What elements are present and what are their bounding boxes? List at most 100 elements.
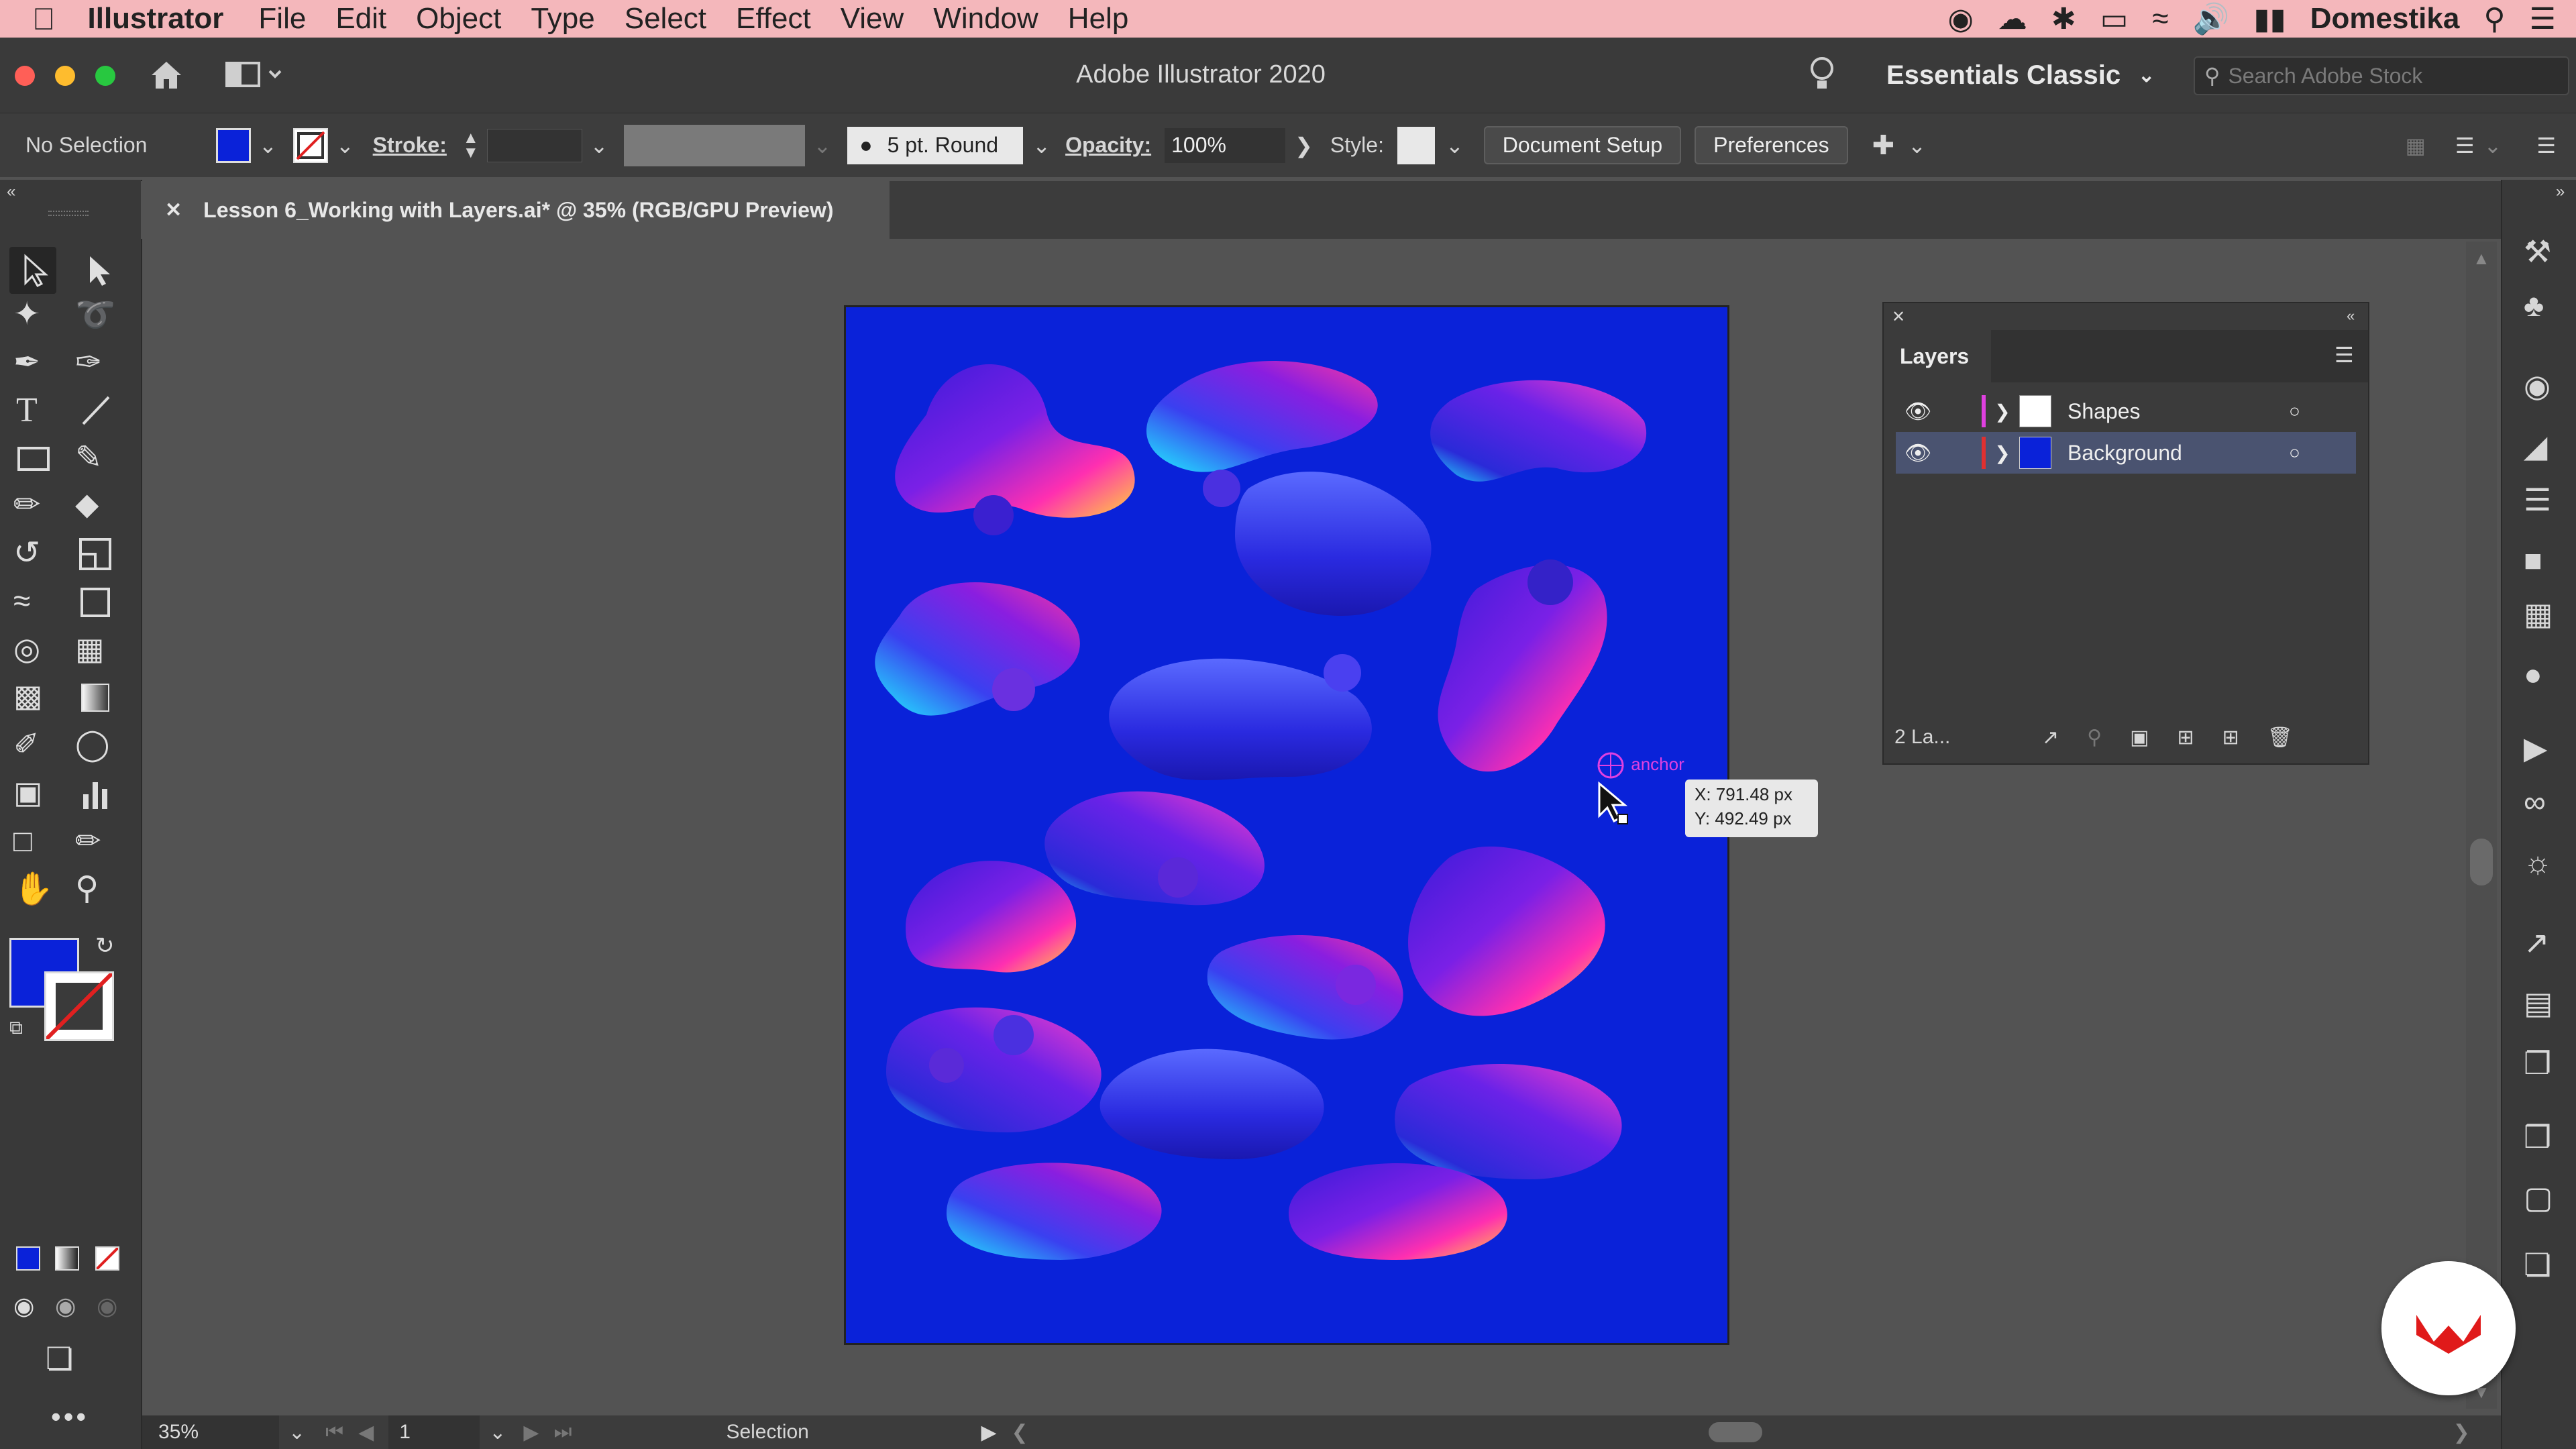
create-sublayer-icon[interactable]: ⊞: [2177, 726, 2194, 749]
apple-icon[interactable]: : [32, 1, 56, 37]
collapse-panel-icon[interactable]: «: [2347, 307, 2355, 325]
last-artboard-icon[interactable]: ⏭: [553, 1421, 572, 1444]
preferences-button[interactable]: Preferences: [1695, 126, 1848, 164]
menu-window[interactable]: Window: [933, 2, 1038, 36]
airplay-icon[interactable]: ▭: [2100, 2, 2129, 36]
close-tab-icon[interactable]: ✕: [165, 199, 182, 222]
appearance-icon[interactable]: ●: [2524, 656, 2542, 692]
menu-effect[interactable]: Effect: [736, 2, 811, 36]
menu-app-name[interactable]: Illustrator: [88, 2, 224, 36]
zoom-chevron-icon[interactable]: ⌄: [288, 1421, 305, 1444]
default-fill-stroke-icon[interactable]: ⧉: [9, 1017, 23, 1039]
align-grid-icon[interactable]: ▦: [2406, 133, 2426, 158]
eraser-tool-icon[interactable]: ◆: [75, 486, 122, 533]
color-icon[interactable]: ◢: [2524, 428, 2547, 464]
rotate-tool-icon[interactable]: ↺: [13, 534, 60, 581]
opacity-label[interactable]: Opacity:: [1065, 133, 1151, 158]
magic-wand-tool-icon[interactable]: ✦: [13, 295, 60, 342]
links-icon[interactable]: ∞: [2524, 784, 2546, 820]
panel-menu-icon[interactable]: ☰: [2536, 133, 2556, 158]
menu-select[interactable]: Select: [625, 2, 706, 36]
draw-normal-icon[interactable]: ◉: [13, 1292, 34, 1320]
layer-row-background[interactable]: 👁 ❯ Background ○: [1896, 432, 2356, 474]
menu-object[interactable]: Object: [416, 2, 501, 36]
menu-user[interactable]: Domestika: [2310, 2, 2460, 36]
create-layer-icon[interactable]: ⊞: [2222, 726, 2239, 749]
zoom-level-field[interactable]: 35%: [142, 1415, 279, 1449]
menu-file[interactable]: File: [258, 2, 306, 36]
layers-tab[interactable]: Layers: [1884, 330, 1991, 382]
zoom-tool-icon[interactable]: ⚲: [75, 869, 122, 916]
scroll-left-icon[interactable]: ❮: [1012, 1421, 1028, 1444]
scroll-up-icon[interactable]: ▲: [2473, 248, 2490, 269]
paintbrush-tool-icon[interactable]: ✎: [75, 439, 122, 486]
layer-row-shapes[interactable]: 👁 ❯ Shapes ○: [1896, 390, 2356, 432]
mesh-tool-icon[interactable]: ▩: [13, 678, 60, 724]
visibility-eye-icon[interactable]: 👁: [1901, 398, 1935, 424]
shape-builder-tool-icon[interactable]: ◎: [13, 631, 60, 678]
none-mode-button[interactable]: [95, 1246, 119, 1271]
notification-list-icon[interactable]: ☰: [2530, 2, 2556, 36]
puppet-warp-icon[interactable]: ✚: [1872, 130, 1895, 161]
clipping-mask-icon[interactable]: ▣: [2130, 726, 2149, 749]
swatches-icon[interactable]: ▦: [2524, 596, 2553, 632]
symbol-sprayer-tool-icon[interactable]: ▣: [13, 774, 60, 821]
artboards-icon[interactable]: ▢: [2524, 1179, 2553, 1216]
layers-dock-icon[interactable]: ❒: [2524, 1119, 2551, 1155]
column-graph-tool-icon[interactable]: [75, 774, 122, 821]
collapse-arrows-icon[interactable]: «: [7, 182, 15, 201]
color-guide-icon[interactable]: ◉: [2524, 368, 2551, 404]
scroll-right-icon[interactable]: ❯: [2453, 1421, 2470, 1444]
volume-icon[interactable]: 🔊: [2193, 1, 2230, 36]
gradient-panel-icon[interactable]: ■: [2524, 542, 2542, 578]
close-window-button[interactable]: [15, 66, 35, 86]
artboard-chevron-icon[interactable]: ⌄: [489, 1421, 506, 1444]
variable-width-profile[interactable]: [624, 124, 806, 166]
transform-icon[interactable]: ❏: [2524, 1246, 2551, 1283]
next-artboard-icon[interactable]: ▶: [523, 1421, 539, 1444]
horizontal-scrollbar[interactable]: [1038, 1415, 2453, 1449]
pathfinder-icon[interactable]: ❐: [2524, 1045, 2551, 1081]
fluid-shapes-artwork[interactable]: [846, 307, 1727, 1343]
target-circle-icon[interactable]: ○: [2289, 400, 2300, 422]
panel-menu-icon[interactable]: ☰: [2334, 342, 2354, 368]
menu-view[interactable]: View: [841, 2, 904, 36]
gradient-tool-icon[interactable]: [75, 678, 122, 724]
eyedropper-tool-icon[interactable]: ✐: [13, 726, 60, 773]
perspective-grid-tool-icon[interactable]: ▦: [75, 631, 122, 678]
width-tool-icon[interactable]: ≈: [13, 582, 60, 629]
close-panel-icon[interactable]: ✕: [1892, 307, 1905, 327]
stroke-weight-chevron-icon[interactable]: ⌄: [590, 133, 608, 158]
align-icon[interactable]: ▤: [2524, 985, 2553, 1021]
artboard-number-field[interactable]: 1: [388, 1415, 480, 1449]
horizontal-scroll-thumb[interactable]: [1708, 1422, 1762, 1442]
document-tab[interactable]: ✕ Lesson 6_Working with Layers.ai* @ 35%…: [141, 181, 890, 239]
expand-panels-icon[interactable]: »: [2556, 182, 2565, 201]
expand-chevron-icon[interactable]: ❯: [1986, 442, 2019, 464]
actions-icon[interactable]: ▶: [2524, 730, 2547, 766]
scale-tool-icon[interactable]: [75, 534, 122, 581]
stroke-color-box[interactable]: [44, 971, 114, 1041]
direct-selection-tool-icon[interactable]: [74, 247, 121, 294]
swap-fill-stroke-icon[interactable]: ↻: [95, 932, 115, 959]
artboard-tool-icon[interactable]: □: [13, 822, 60, 869]
layer-name[interactable]: Background: [2068, 441, 2269, 466]
type-tool-icon[interactable]: T: [16, 390, 63, 437]
minimize-window-button[interactable]: [55, 66, 75, 86]
menu-help[interactable]: Help: [1068, 2, 1129, 36]
brush-chevron-icon[interactable]: ⌄: [1032, 133, 1051, 158]
shaper-tool-icon[interactable]: ✏: [13, 486, 60, 533]
draw-inside-icon[interactable]: ◉: [97, 1292, 117, 1320]
previous-artboard-icon[interactable]: ◀: [358, 1421, 374, 1444]
edit-toolbar-icon[interactable]: •••: [51, 1401, 89, 1433]
stroke-stepper[interactable]: ▲ ▼: [463, 129, 479, 160]
zoom-window-button[interactable]: [95, 66, 115, 86]
layer-name[interactable]: Shapes: [2068, 399, 2269, 424]
symbols-icon[interactable]: ♣: [2524, 287, 2544, 323]
stroke-dropdown-chevron-icon[interactable]: ⌄: [336, 133, 354, 158]
free-transform-tool-icon[interactable]: [75, 582, 122, 629]
export-icon[interactable]: ↗: [2042, 726, 2059, 749]
spotlight-search-icon[interactable]: ⚲: [2483, 2, 2505, 36]
bluetooth-icon[interactable]: ✱: [2051, 2, 2076, 36]
menu-type[interactable]: Type: [531, 2, 594, 36]
